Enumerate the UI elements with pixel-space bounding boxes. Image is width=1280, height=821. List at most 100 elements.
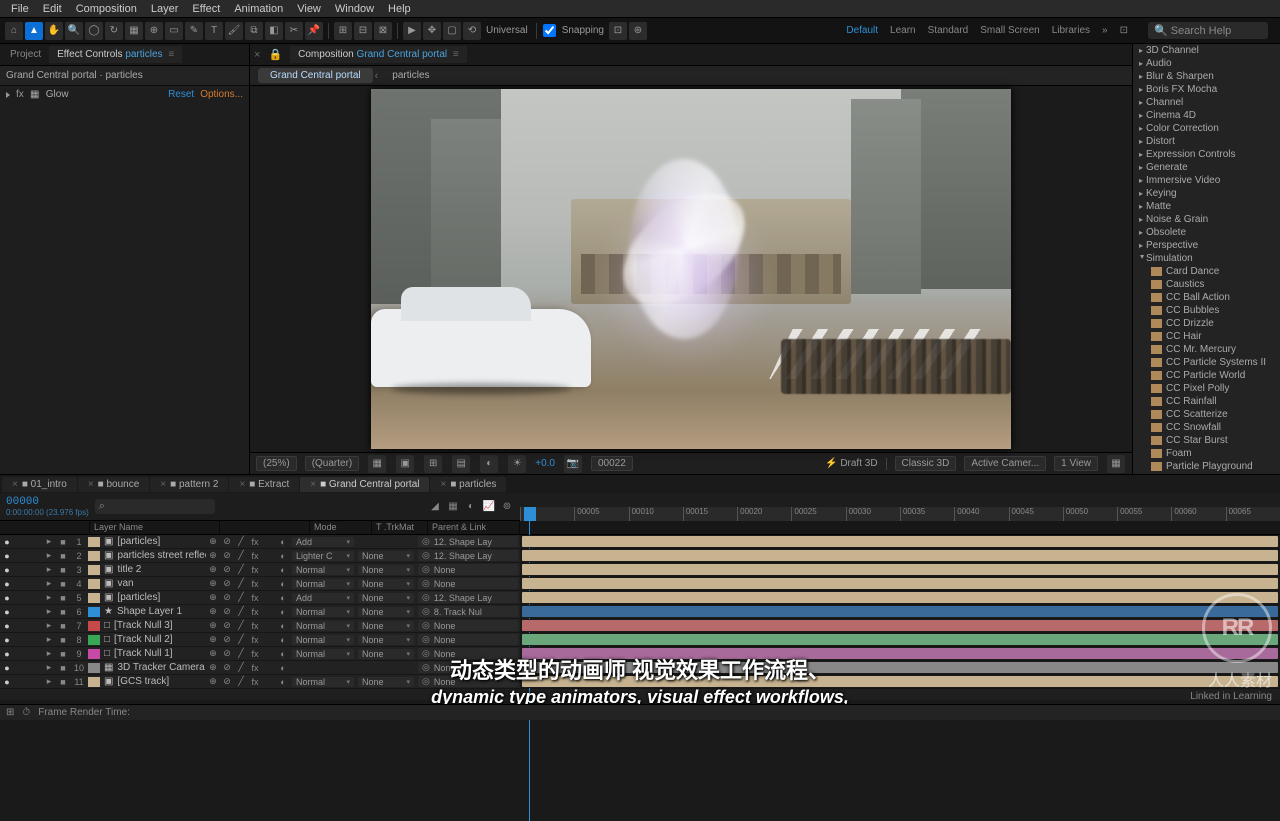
solo-toggle[interactable] <box>14 605 28 618</box>
effect-category[interactable]: ▸Cinema 4D <box>1133 109 1280 122</box>
effect-category[interactable]: ▸Generate <box>1133 161 1280 174</box>
eraser-tool[interactable]: ◧ <box>265 22 283 40</box>
menu-view[interactable]: View <box>290 3 328 15</box>
effect-controls-tab[interactable]: Effect Controls particles ≡ <box>49 46 182 63</box>
blend-mode-dropdown[interactable]: Normal <box>292 635 354 645</box>
visibility-toggle[interactable]: ● <box>0 661 14 674</box>
solo-toggle[interactable] <box>14 577 28 590</box>
effect-item[interactable]: Foam <box>1133 447 1280 460</box>
hand-tool[interactable]: ✋ <box>45 22 63 40</box>
blend-mode-dropdown[interactable]: Add <box>292 593 354 603</box>
view-dropdown[interactable]: 1 View <box>1054 456 1098 471</box>
visibility-toggle[interactable]: ● <box>0 563 14 576</box>
fx-glow-row[interactable]: fx ▦ Glow Reset Options... <box>0 86 249 103</box>
effect-item[interactable]: Caustics <box>1133 278 1280 291</box>
parent-dropdown[interactable]: None <box>418 634 518 645</box>
menu-composition[interactable]: Composition <box>69 3 144 15</box>
lock-toggle[interactable] <box>28 647 42 660</box>
blend-mode-dropdown[interactable]: Normal <box>292 649 354 659</box>
parent-dropdown[interactable]: None <box>418 564 518 575</box>
lock-toggle[interactable] <box>28 675 42 688</box>
workspace-default[interactable]: Default <box>846 25 878 36</box>
parent-dropdown[interactable]: None <box>418 620 518 631</box>
effect-item[interactable]: CC Rainfall <box>1133 395 1280 408</box>
layer-row[interactable]: ●▸■9□[Track Null 1]⊕⊘╱fx◐NormalNoneNone <box>0 647 1280 661</box>
parent-dropdown[interactable]: None <box>418 676 518 687</box>
region-icon[interactable]: ⊞ <box>424 455 442 473</box>
menu-effect[interactable]: Effect <box>185 3 227 15</box>
layer-row[interactable]: ●▸■3▣title 2⊕⊘╱fx◐NormalNoneNone <box>0 563 1280 577</box>
visibility-toggle[interactable]: ● <box>0 549 14 562</box>
brain-icon[interactable]: ⊚ <box>500 501 514 512</box>
transparency-grid-icon[interactable]: ▦ <box>368 455 386 473</box>
timeline-tab[interactable]: ×■ particles <box>430 477 506 492</box>
snapping-checkbox[interactable] <box>543 24 556 37</box>
solo-toggle[interactable] <box>14 591 28 604</box>
effect-category[interactable]: ▸Distort <box>1133 135 1280 148</box>
options-link[interactable]: Options... <box>200 89 243 100</box>
home-tool[interactable]: ⌂ <box>5 22 23 40</box>
visibility-toggle[interactable]: ● <box>0 591 14 604</box>
solo-toggle[interactable] <box>14 633 28 646</box>
effect-item[interactable]: Card Dance <box>1133 265 1280 278</box>
graph-icon[interactable]: 📈 <box>482 501 496 512</box>
effect-item[interactable]: CC Ball Action <box>1133 291 1280 304</box>
timeline-tab[interactable]: ×■ 01_intro <box>2 477 77 492</box>
clone-tool[interactable]: ⧉ <box>245 22 263 40</box>
roto-tool[interactable]: ✂ <box>285 22 303 40</box>
axis-view[interactable]: ⊠ <box>374 22 392 40</box>
track-matte-dropdown[interactable]: None <box>358 565 414 575</box>
guides-icon[interactable]: ▤ <box>452 455 470 473</box>
track-matte-dropdown[interactable]: None <box>358 579 414 589</box>
timeline-tab[interactable]: ×■ Extract <box>229 477 299 492</box>
channel-icon[interactable]: ◐ <box>480 455 498 473</box>
current-time[interactable]: 00022 <box>591 456 633 471</box>
effect-category[interactable]: ▸Blur & Sharpen <box>1133 70 1280 83</box>
layer-row[interactable]: ●▸■10▦3D Tracker Camera⊕⊘╱fx◐None <box>0 661 1280 675</box>
layer-row[interactable]: ●▸■4▣van⊕⊘╱fx◐NormalNoneNone <box>0 577 1280 591</box>
lock-toggle[interactable] <box>28 563 42 576</box>
effect-category[interactable]: ▸Color Correction <box>1133 122 1280 135</box>
blend-mode-dropdown[interactable]: Normal <box>292 677 354 687</box>
solo-toggle[interactable] <box>14 563 28 576</box>
snapshot-icon[interactable]: 📷 <box>564 455 582 473</box>
lock-toggle[interactable] <box>28 577 42 590</box>
menu-window[interactable]: Window <box>328 3 381 15</box>
zoom-tool[interactable]: 🔍 <box>65 22 83 40</box>
visibility-toggle[interactable]: ● <box>0 675 14 688</box>
effect-item[interactable]: CC Particle World <box>1133 369 1280 382</box>
solo-toggle[interactable] <box>14 535 28 548</box>
effect-item[interactable]: CC Star Burst <box>1133 434 1280 447</box>
effect-category[interactable]: ▸Immersive Video <box>1133 174 1280 187</box>
box-icon[interactable]: ▢ <box>443 22 461 40</box>
effect-category[interactable]: ▸Boris FX Mocha <box>1133 83 1280 96</box>
lock-toggle[interactable] <box>28 549 42 562</box>
effect-category[interactable]: ▸Simulation <box>1133 252 1280 265</box>
workspace-libraries[interactable]: Libraries <box>1052 25 1090 36</box>
layer-row[interactable]: ●▸■6★Shape Layer 1⊕⊘╱fx◐NormalNone8. Tra… <box>0 605 1280 619</box>
project-tab[interactable]: Project <box>2 46 49 63</box>
time-ruler[interactable]: 0000500010000150002000025000300003500040… <box>520 493 1280 520</box>
parent-dropdown[interactable]: 12. Shape Lay <box>418 592 518 603</box>
lock-toggle[interactable] <box>28 535 42 548</box>
resolution-dropdown[interactable]: (Quarter) <box>305 456 360 471</box>
effect-category[interactable]: ▸3D Channel <box>1133 44 1280 57</box>
pan-behind-tool[interactable]: ⊕ <box>145 22 163 40</box>
timeline-tab[interactable]: ×■ Grand Central portal <box>300 477 429 492</box>
renderer-dropdown[interactable]: Classic 3D <box>895 456 957 471</box>
puppet-tool[interactable]: 📌 <box>305 22 323 40</box>
visibility-toggle[interactable]: ● <box>0 619 14 632</box>
help-search[interactable]: 🔍 Search Help <box>1148 22 1268 39</box>
blend-mode-dropdown[interactable]: Normal <box>292 565 354 575</box>
track-matte-dropdown[interactable]: None <box>358 677 414 687</box>
parent-dropdown[interactable]: None <box>418 578 518 589</box>
solo-toggle[interactable] <box>14 647 28 660</box>
effect-category[interactable]: ▸Channel <box>1133 96 1280 109</box>
lock-toggle[interactable] <box>28 605 42 618</box>
composition-viewer[interactable] <box>250 86 1132 452</box>
layer-row[interactable]: ●▸■2▣particles street reflection⊕⊘╱fx◐Li… <box>0 549 1280 563</box>
flowchart-tab[interactable]: Grand Central portal <box>258 68 373 83</box>
visibility-toggle[interactable]: ● <box>0 535 14 548</box>
text-tool[interactable]: T <box>205 22 223 40</box>
effect-item[interactable]: Shatter <box>1133 473 1280 474</box>
